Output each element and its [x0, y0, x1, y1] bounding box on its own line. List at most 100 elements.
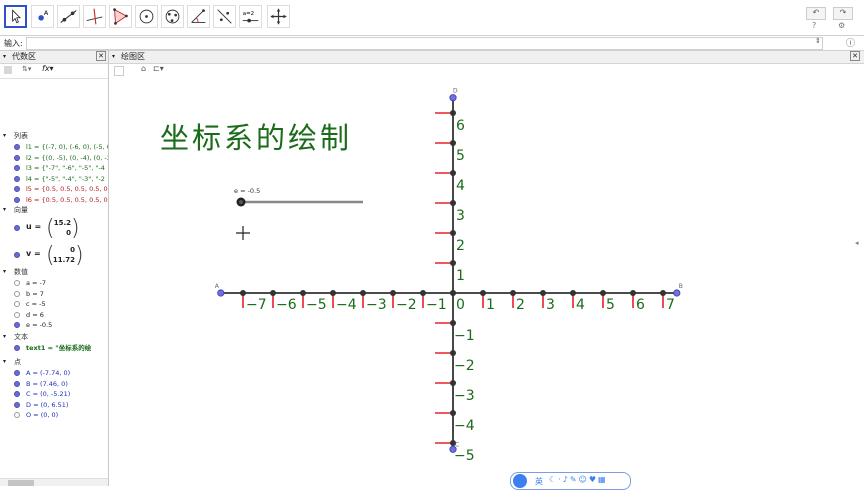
- text-item-text: text1 = "坐标系的绘: [26, 344, 92, 352]
- algebra-scrollbar[interactable]: [0, 478, 108, 486]
- algebra-toolbar: ⇅▾ fx▾: [0, 64, 108, 79]
- y-tick-label: −3: [454, 388, 475, 404]
- conic-tool-icon[interactable]: [161, 5, 184, 28]
- y-tick-dot: [450, 170, 456, 176]
- sort-icon[interactable]: ⇅▾: [22, 65, 31, 73]
- point-item-text: B = (7.46, 0): [26, 379, 68, 388]
- ime-tools-icon[interactable]: ☾·♪✎☺♥▦: [549, 475, 608, 484]
- number-item-text: e = -0.5: [26, 321, 53, 329]
- undo-icon[interactable]: ↶: [806, 7, 826, 20]
- point-item[interactable]: A = (-7.74, 0): [0, 368, 108, 378]
- visibility-toggle[interactable]: [14, 380, 20, 387]
- visibility-toggle[interactable]: [14, 154, 20, 161]
- reflect-tool-icon[interactable]: [213, 5, 236, 28]
- endpoint-B: [673, 289, 681, 297]
- algebra-style-icon[interactable]: [4, 66, 12, 74]
- settings-icon[interactable]: ⚙: [838, 21, 845, 30]
- fx-icon[interactable]: fx▾: [42, 64, 54, 73]
- visibility-toggle[interactable]: [14, 345, 20, 351]
- perpendicular-tool-icon[interactable]: [83, 5, 106, 28]
- list-item-text: l4 = {"-5", "-4", "-3", "-2: [26, 174, 105, 183]
- visibility-toggle[interactable]: [14, 401, 20, 408]
- category-vectors[interactable]: ▾ 向量: [0, 205, 108, 215]
- help-icon[interactable]: ?: [812, 21, 816, 30]
- visibility-toggle[interactable]: [14, 290, 20, 297]
- y-tick-label: −1: [454, 328, 475, 344]
- svg-text:A: A: [44, 9, 49, 17]
- list-item-text: l1 = {(-7, 0), (-6, 0), (-5, 0: [26, 143, 108, 151]
- endpoint-D: [449, 94, 457, 102]
- ime-toolbar[interactable]: 英 ☾·♪✎☺♥▦: [510, 472, 631, 490]
- number-item-text: a = -7: [26, 279, 47, 287]
- number-item[interactable]: d = 6: [0, 310, 108, 320]
- vector-v[interactable]: v = ( 0 11.72 ): [0, 243, 108, 269]
- visibility-toggle[interactable]: [14, 196, 20, 203]
- slider-knob-center: [239, 200, 243, 204]
- list-item[interactable]: l5 = {0.5, 0.5, 0.5, 0.5, 0.5: [0, 184, 108, 194]
- side-collapse-icon[interactable]: ◂: [855, 239, 859, 247]
- y-tick-dot: [450, 410, 456, 416]
- visibility-toggle[interactable]: [14, 280, 20, 286]
- point-item[interactable]: O = (0, 0): [0, 410, 108, 420]
- collapse-icon[interactable]: ▾: [3, 51, 6, 63]
- visibility-toggle[interactable]: [14, 301, 20, 307]
- x-tick-label: −1: [426, 297, 447, 313]
- circle-tool-icon[interactable]: [135, 5, 158, 28]
- visibility-toggle[interactable]: [14, 412, 20, 418]
- crosshair-cursor-icon: [236, 226, 250, 240]
- visibility-toggle[interactable]: [14, 186, 20, 192]
- x-tick-label: 6: [636, 297, 645, 313]
- list-item[interactable]: l4 = {"-5", "-4", "-3", "-2: [0, 174, 108, 184]
- number-item[interactable]: a = -7: [0, 278, 108, 288]
- input-field[interactable]: [26, 37, 823, 50]
- category-lists[interactable]: ▾ 列表: [0, 131, 108, 141]
- x-tick-label: −5: [306, 297, 327, 313]
- move-view-tool-icon[interactable]: [267, 5, 290, 28]
- point-item[interactable]: B = (7.46, 0): [0, 379, 108, 389]
- y-tick-label: 3: [456, 208, 465, 224]
- graphics-view[interactable]: ▾ 绘图区 ✕ ⌂ ⊏▾ 坐标系的绘制 e = -0.5 −7 −6 −5 −4 −3 −2−…: [109, 51, 864, 486]
- list-item[interactable]: l1 = {(-7, 0), (-6, 0), (-5, 0: [0, 142, 108, 152]
- visibility-toggle[interactable]: [14, 370, 20, 376]
- slider-tool-icon[interactable]: a=2: [239, 5, 262, 28]
- line-tool-icon[interactable]: [57, 5, 80, 28]
- list-item[interactable]: l3 = {"-7", "-6", "-5", "-4: [0, 163, 108, 173]
- y-tick-dot: [450, 320, 456, 326]
- move-tool-icon[interactable]: [4, 5, 27, 28]
- y-tick-label: 4: [456, 178, 465, 194]
- point-item[interactable]: C = (0, -5.21): [0, 389, 108, 399]
- close-algebra-icon[interactable]: ✕: [96, 51, 106, 61]
- number-item[interactable]: b = 7: [0, 289, 108, 299]
- point-tool-icon[interactable]: A: [31, 5, 54, 28]
- coordinate-plot[interactable]: 坐标系的绘制 e = -0.5 −7 −6 −5 −4 −3 −2 −1 0 1 2 3 4 5 6 7 6 5 4 3…: [109, 51, 864, 486]
- visibility-toggle[interactable]: [14, 165, 20, 171]
- text-item[interactable]: text1 = "坐标系的绘: [0, 343, 108, 353]
- visibility-toggle[interactable]: [14, 311, 20, 318]
- visibility-toggle[interactable]: [14, 144, 20, 150]
- visibility-toggle[interactable]: [14, 175, 20, 182]
- list-item[interactable]: l6 = {0.5, 0.5, 0.5, 0.5, 0.5: [0, 195, 108, 205]
- category-numbers[interactable]: ▾ 数值: [0, 267, 108, 277]
- x-tick-label: −3: [366, 297, 387, 313]
- y-tick-dot: [450, 200, 456, 206]
- visibility-toggle[interactable]: [14, 391, 20, 397]
- point-item[interactable]: D = (0, 6.51): [0, 400, 108, 410]
- vector-u[interactable]: u = ( 15.2 0 ): [0, 216, 108, 242]
- ime-mode[interactable]: 英: [535, 476, 543, 487]
- endpoint-label: A: [215, 283, 220, 290]
- visibility-toggle[interactable]: [14, 322, 20, 328]
- number-item[interactable]: e = -0.5: [0, 320, 108, 330]
- list-item[interactable]: l2 = {(0, -5), (0, -4), (0, -3: [0, 153, 108, 163]
- input-dropdown-icon[interactable]: ⇕: [815, 37, 821, 45]
- x-tick-dot: [420, 290, 426, 296]
- angle-tool-icon[interactable]: [187, 5, 210, 28]
- category-text[interactable]: ▾ 文本: [0, 332, 108, 342]
- endpoint-label: D: [453, 88, 458, 95]
- number-item[interactable]: c = -5: [0, 299, 108, 309]
- input-help-icon[interactable]: ⓘ: [846, 36, 855, 49]
- x-tick-dot: [600, 290, 606, 296]
- category-points[interactable]: ▾ 点: [0, 357, 108, 367]
- redo-icon[interactable]: ↷: [833, 7, 853, 20]
- list-item-text: l6 = {0.5, 0.5, 0.5, 0.5, 0.5: [26, 195, 108, 204]
- polygon-tool-icon[interactable]: [109, 5, 132, 28]
